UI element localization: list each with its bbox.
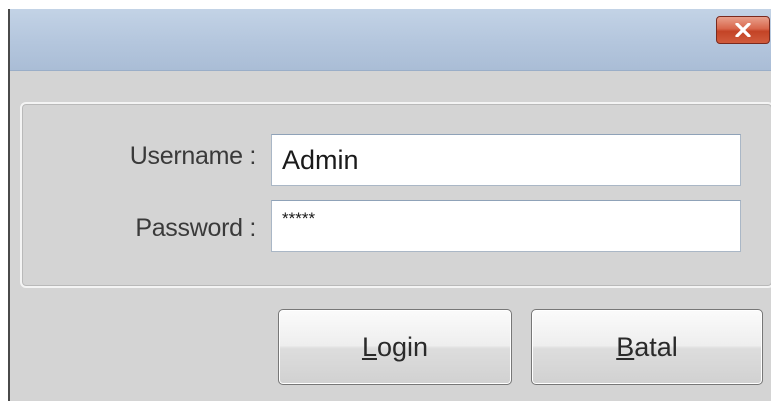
login-dialog: Username : Password : Login Batal (8, 9, 771, 401)
password-input[interactable] (271, 200, 741, 252)
username-input[interactable] (271, 134, 741, 186)
password-label: Password : (135, 214, 256, 242)
batal-button[interactable]: Batal (531, 309, 763, 385)
login-button[interactable]: Login (278, 309, 512, 385)
username-label: Username : (129, 142, 257, 170)
credentials-group: Username : Password : (20, 102, 771, 288)
login-mnemonic: L (361, 331, 377, 362)
batal-label: atal (634, 331, 678, 362)
login-label: ogin (376, 331, 429, 362)
batal-mnemonic: B (616, 331, 635, 362)
close-button[interactable] (716, 16, 770, 44)
title-bar (10, 9, 771, 71)
close-icon (735, 23, 751, 37)
